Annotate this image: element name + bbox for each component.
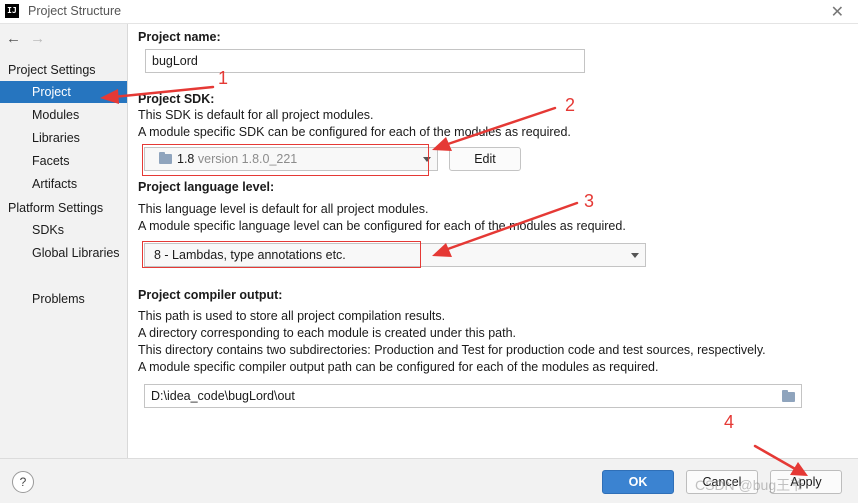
annotation-number-1: 1: [218, 68, 229, 88]
project-sdk-desc-1: This SDK is default for all project modu…: [138, 108, 374, 122]
title-bar: IJ Project Structure ✕: [0, 0, 858, 24]
annotation-number-4: 4: [724, 412, 735, 432]
compiler-output-desc-2: A directory corresponding to each module…: [138, 326, 516, 340]
sidebar-item-problems[interactable]: Problems: [0, 288, 127, 310]
compiler-output-desc-1: This path is used to store all project c…: [138, 309, 446, 323]
chevron-down-icon: [631, 253, 639, 258]
sidebar-item-modules[interactable]: Modules: [0, 104, 127, 126]
sidebar-item-global-libraries[interactable]: Global Libraries: [0, 242, 127, 264]
sidebar-item-project[interactable]: Project: [0, 81, 127, 103]
ok-button[interactable]: OK: [602, 470, 674, 494]
sidebar: ← → Project Settings Project Modules Lib…: [0, 24, 128, 458]
annotation-box-sdk: [142, 144, 429, 176]
window-title: Project Structure: [28, 4, 122, 18]
project-sdk-desc-2: A module specific SDK can be configured …: [138, 125, 571, 139]
sidebar-item-facets[interactable]: Facets: [0, 150, 127, 172]
help-icon[interactable]: ?: [12, 471, 34, 493]
compiler-output-desc-4: A module specific compiler output path c…: [138, 360, 659, 374]
apply-button[interactable]: Apply: [770, 470, 842, 494]
language-level-desc-2: A module specific language level can be …: [138, 219, 626, 233]
sidebar-item-artifacts[interactable]: Artifacts: [0, 173, 127, 195]
project-sdk-label: Project SDK:: [138, 92, 215, 106]
nav-arrows: ← →: [6, 30, 50, 47]
annotation-number-3: 3: [584, 191, 595, 211]
sidebar-item-sdks[interactable]: SDKs: [0, 219, 127, 241]
language-level-label: Project language level:: [138, 180, 275, 194]
sidebar-group-project-settings: Project Settings: [8, 63, 96, 77]
language-level-desc-1: This language level is default for all p…: [138, 202, 429, 216]
close-icon[interactable]: ✕: [831, 2, 844, 22]
project-name-label: Project name:: [138, 30, 221, 44]
project-name-input[interactable]: bugLord: [145, 49, 585, 73]
back-arrow-icon[interactable]: ←: [6, 30, 26, 47]
compiler-output-desc-3: This directory contains two subdirectori…: [138, 343, 766, 357]
compiler-output-path: D:\idea_code\bugLord\out: [151, 389, 295, 403]
browse-folder-icon[interactable]: [782, 390, 795, 402]
sidebar-group-platform-settings: Platform Settings: [8, 201, 104, 215]
compiler-output-input[interactable]: D:\idea_code\bugLord\out: [144, 384, 802, 408]
sidebar-item-libraries[interactable]: Libraries: [0, 127, 127, 149]
cancel-button[interactable]: Cancel: [686, 470, 758, 494]
forward-arrow-icon[interactable]: →: [30, 30, 50, 47]
compiler-output-label: Project compiler output:: [138, 288, 283, 302]
annotation-box-language-level: [142, 241, 421, 268]
dialog-footer: ? OK Cancel Apply: [0, 458, 858, 503]
annotation-number-2: 2: [565, 95, 576, 115]
edit-sdk-button[interactable]: Edit: [449, 147, 521, 171]
intellij-app-icon: IJ: [5, 4, 19, 18]
